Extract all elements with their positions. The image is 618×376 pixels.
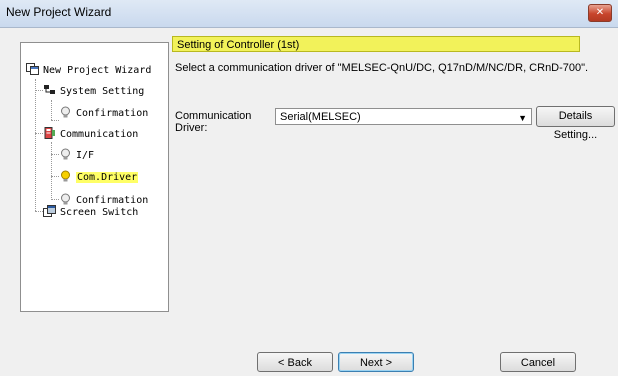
chevron-down-icon: ▼ <box>518 113 527 123</box>
tree-item-com-driver[interactable]: Com.Driver <box>59 170 139 184</box>
tree-connector <box>35 211 43 212</box>
project-icon <box>26 63 39 75</box>
tree-connector <box>51 154 59 155</box>
wizard-step-tree: New Project Wizard System Setting Confir… <box>20 42 169 312</box>
tree-connector <box>51 100 52 120</box>
back-button[interactable]: < Back <box>257 352 333 372</box>
next-button[interactable]: Next > <box>338 352 414 372</box>
lightbulb-icon <box>61 106 70 118</box>
tree-item-confirmation-1[interactable]: Confirmation <box>59 106 148 120</box>
lightbulb-icon <box>61 193 70 205</box>
tree-connector <box>51 120 59 121</box>
communication-driver-select[interactable]: Serial(MELSEC) ▼ <box>275 108 532 125</box>
tree-connector <box>35 133 43 134</box>
tree-connector <box>51 176 59 177</box>
tree-item-screen-switch[interactable]: Screen Switch <box>43 205 138 219</box>
close-button[interactable]: ✕ <box>588 4 612 22</box>
lightbulb-icon <box>61 170 70 182</box>
tree-item-new-project-wizard[interactable]: New Project Wizard <box>26 63 151 77</box>
tree-connector <box>51 142 52 200</box>
tree-connector <box>51 199 59 200</box>
window-title: New Project Wizard <box>6 5 112 19</box>
title-bar: New Project Wizard ✕ <box>0 0 618 28</box>
close-icon: ✕ <box>595 7 605 18</box>
selected-driver: Serial(MELSEC) <box>280 111 361 123</box>
communication-icon <box>44 127 55 139</box>
tree-item-if[interactable]: I/F <box>59 148 94 162</box>
tree-item-system-setting[interactable]: System Setting <box>43 84 144 98</box>
lightbulb-icon <box>61 148 70 160</box>
communication-driver-label: Communication Driver: <box>175 110 252 134</box>
details-setting-button[interactable]: Details Setting... <box>536 106 615 141</box>
tree-item-communication[interactable]: Communication <box>43 127 138 141</box>
cancel-button[interactable]: Cancel <box>500 352 576 372</box>
tree-connector <box>35 79 36 211</box>
screen-switch-icon <box>43 205 56 217</box>
network-icon <box>44 85 55 94</box>
description-text: Select a communication driver of "MELSEC… <box>175 62 589 74</box>
section-title: Setting of Controller (1st) <box>172 36 580 52</box>
tree-scroll-area <box>20 311 169 322</box>
tree-connector <box>35 90 43 91</box>
